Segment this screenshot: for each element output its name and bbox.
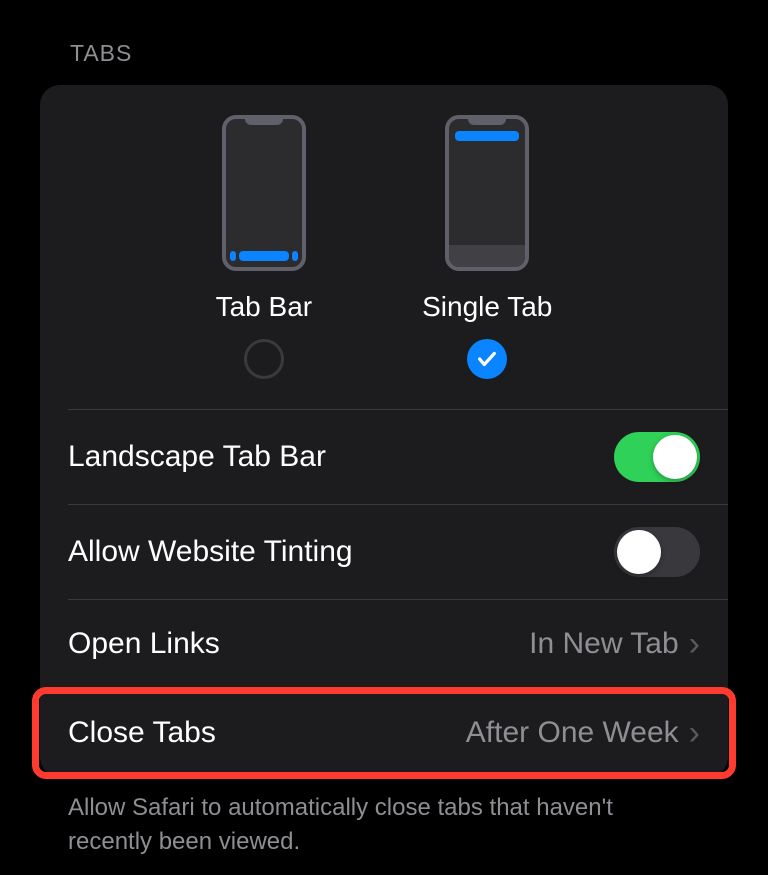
phone-notch-icon — [468, 119, 506, 125]
row-label: Landscape Tab Bar — [68, 440, 326, 474]
row-value: After One Week — [466, 716, 679, 750]
footer-description: Allow Safari to automatically close tabs… — [0, 777, 768, 858]
row-right: In New Tab › — [529, 625, 700, 664]
row-allow-website-tinting: Allow Website Tinting — [40, 505, 728, 599]
radio-selected-icon[interactable] — [467, 339, 507, 379]
phone-notch-icon — [245, 119, 283, 125]
chevron-right-icon: › — [689, 625, 700, 664]
single-tab-top-icon — [455, 131, 519, 141]
toggle-landscape-tab-bar[interactable] — [614, 432, 700, 482]
tabs-settings-panel: Tab Bar Single Tab Landscape Tab Bar Al — [40, 85, 728, 777]
layout-option-tab-bar[interactable]: Tab Bar — [216, 115, 313, 379]
radio-unselected-icon[interactable] — [244, 339, 284, 379]
toggle-knob-icon — [617, 530, 661, 574]
tab-layout-options: Tab Bar Single Tab — [40, 85, 728, 409]
layout-option-label: Single Tab — [422, 291, 552, 323]
row-right: After One Week › — [466, 714, 700, 753]
section-header-tabs: TABS — [0, 0, 768, 85]
layout-option-single-tab[interactable]: Single Tab — [422, 115, 552, 379]
row-value: In New Tab — [529, 627, 679, 661]
tab-bar-bottom-icon — [230, 251, 298, 261]
toggle-allow-website-tinting[interactable] — [614, 527, 700, 577]
single-tab-toolbar-icon — [449, 245, 525, 267]
row-label: Allow Website Tinting — [68, 535, 353, 569]
row-landscape-tab-bar: Landscape Tab Bar — [40, 410, 728, 504]
row-label: Open Links — [68, 627, 220, 661]
toggle-knob-icon — [653, 435, 697, 479]
highlighted-container: Close Tabs After One Week › — [40, 689, 728, 777]
chevron-right-icon: › — [689, 714, 700, 753]
layout-option-label: Tab Bar — [216, 291, 313, 323]
row-open-links[interactable]: Open Links In New Tab › — [40, 600, 728, 688]
phone-mock-single-tab — [445, 115, 529, 271]
row-close-tabs[interactable]: Close Tabs After One Week › — [40, 689, 728, 777]
phone-mock-tab-bar — [222, 115, 306, 271]
row-label: Close Tabs — [68, 716, 216, 750]
